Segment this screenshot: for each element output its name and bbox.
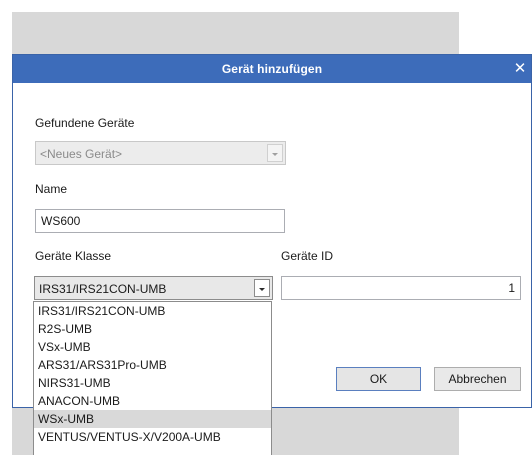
ok-button[interactable]: OK xyxy=(336,367,421,391)
device-id-input[interactable]: 1 xyxy=(281,276,521,300)
device-class-dropdown-arrow[interactable] xyxy=(254,279,270,297)
cancel-button[interactable]: Abbrechen xyxy=(434,367,521,391)
dropdown-option[interactable]: R2S-UMB xyxy=(34,320,271,338)
name-input[interactable]: WS600 xyxy=(35,209,285,233)
device-class-value: IRS31/IRS21CON-UMB xyxy=(39,282,167,296)
found-devices-label: Gefundene Geräte xyxy=(35,116,135,130)
dropdown-option[interactable]: NIRS31-UMB xyxy=(34,374,271,392)
name-label: Name xyxy=(35,182,68,196)
dropdown-option[interactable]: ARS31/ARS31Pro-UMB xyxy=(34,356,271,374)
chevron-down-icon xyxy=(272,153,278,156)
found-devices-value: <Neues Gerät> xyxy=(40,147,123,161)
found-devices-select: <Neues Gerät> xyxy=(35,141,286,165)
device-class-dropdown-list: IRS31/IRS21CON-UMB R2S-UMB VSx-UMB ARS31… xyxy=(33,301,272,455)
device-class-select[interactable]: IRS31/IRS21CON-UMB xyxy=(34,276,273,300)
chevron-down-icon xyxy=(259,288,265,291)
dialog-title: Gerät hinzufügen xyxy=(221,62,323,76)
device-id-label: Geräte ID xyxy=(281,249,334,263)
dialog-titlebar[interactable]: Gerät hinzufügen ✕ xyxy=(13,55,531,83)
dropdown-option[interactable]: ANACON-UMB xyxy=(34,392,271,410)
dropdown-option[interactable]: VSx-UMB xyxy=(34,338,271,356)
dropdown-option[interactable]: VENTUS/VENTUS-X/V200A-UMB xyxy=(34,428,271,446)
device-class-label: Geräte Klasse xyxy=(35,249,112,263)
close-icon[interactable]: ✕ xyxy=(509,55,531,83)
found-devices-dropdown-arrow xyxy=(267,144,283,162)
dropdown-option[interactable]: IRS31/IRS21CON-UMB xyxy=(34,302,271,320)
dropdown-option-highlighted[interactable]: WSx-UMB xyxy=(34,410,271,428)
screen: Gerät hinzufügen ✕ Gefundene Geräte <Neu… xyxy=(0,0,532,455)
